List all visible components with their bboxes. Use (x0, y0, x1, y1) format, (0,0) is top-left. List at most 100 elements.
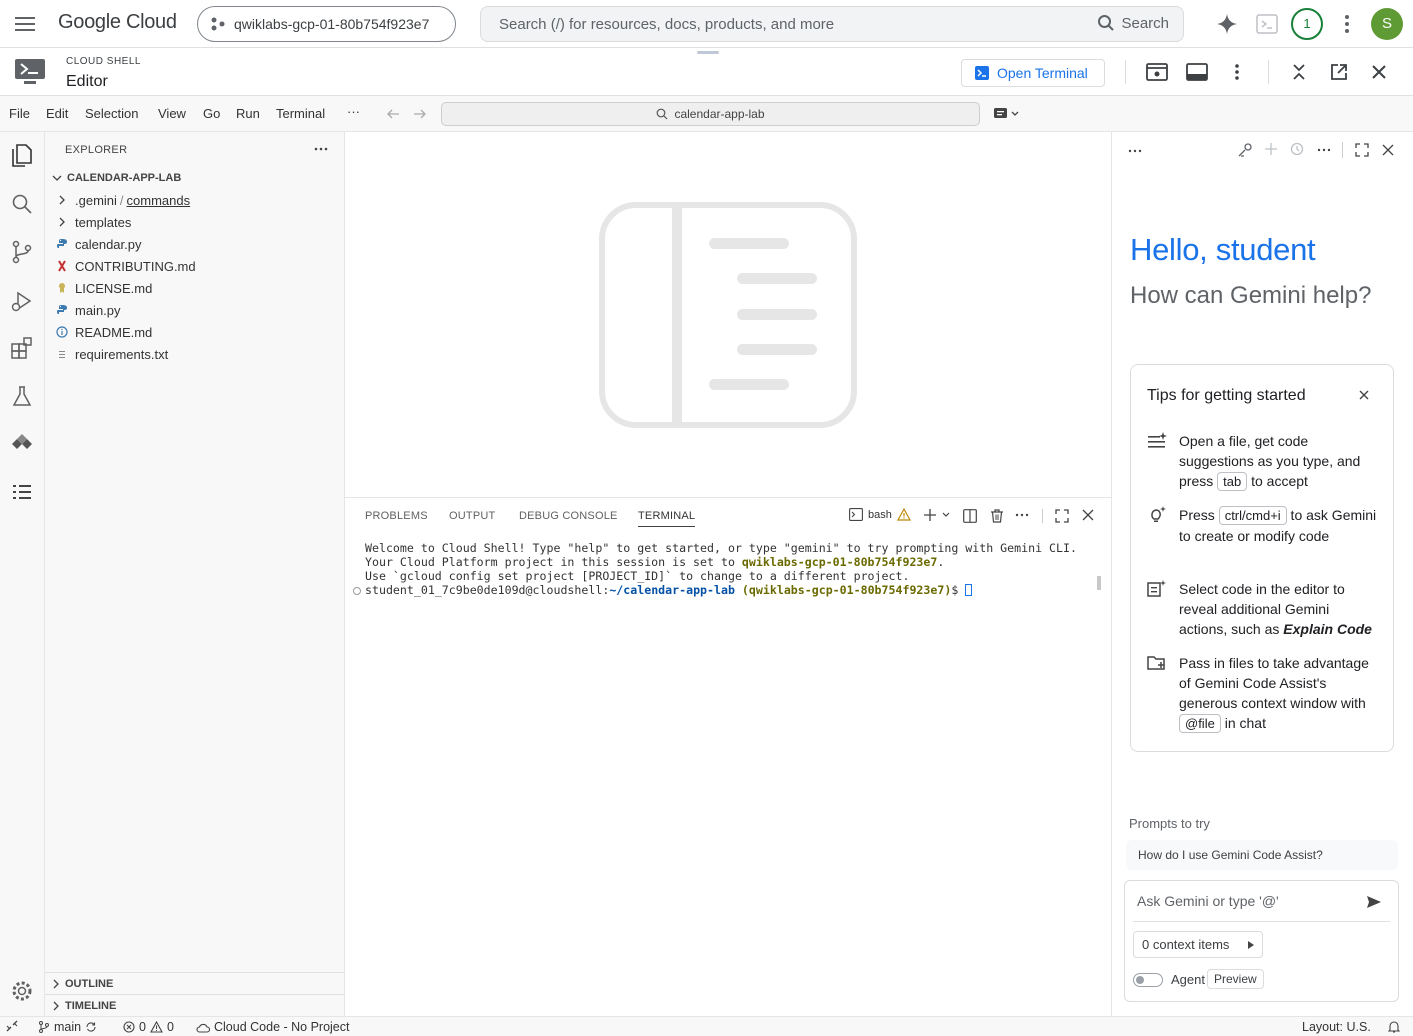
terminal-line: Welcome to Cloud Shell! Type "help" to g… (365, 541, 1077, 555)
tab-problems[interactable]: PROBLEMS (365, 510, 428, 522)
shell-name: bash (868, 508, 892, 521)
gemini-menu-icon[interactable] (1128, 148, 1142, 154)
maximize-panel-icon[interactable] (1055, 509, 1069, 523)
context-items-button[interactable]: 0 context items (1133, 931, 1263, 958)
more-actions-icon[interactable] (313, 144, 329, 154)
maximize-icon[interactable] (1355, 143, 1369, 157)
new-chat-plus-icon[interactable] (1264, 142, 1278, 156)
key-ctrl-i: ctrl/cmd+i (1218, 506, 1287, 525)
command-center[interactable]: calendar-app-lab (441, 102, 980, 126)
google-cloud-logo[interactable]: Google Cloud (58, 11, 177, 34)
tab-output[interactable]: OUTPUT (449, 510, 495, 522)
testing-flask-icon[interactable] (9, 383, 35, 409)
chat-input[interactable]: Ask Gemini or type '@' (1137, 893, 1279, 909)
problems-indicator[interactable]: 0 0 (123, 1020, 174, 1034)
text-file-icon (55, 347, 69, 361)
source-control-icon[interactable] (9, 239, 35, 265)
chat-settings-icon[interactable] (1238, 142, 1254, 158)
tips-title: Tips for getting started (1147, 387, 1306, 404)
layout-icon[interactable] (1186, 63, 1208, 81)
menu-more[interactable]: ··· (347, 104, 360, 119)
split-terminal-icon[interactable] (963, 509, 977, 523)
gemini-sparkle-icon[interactable] (1215, 12, 1239, 36)
close-icon[interactable] (1370, 63, 1388, 81)
tip-4: Pass in files to take advantage of Gemin… (1179, 655, 1369, 733)
file-readme-md[interactable]: README.md (55, 321, 152, 343)
terminal-shell-selector[interactable]: bash (849, 508, 911, 521)
editor-area[interactable] (345, 132, 1111, 497)
notifications-badge[interactable]: 1 (1291, 8, 1323, 40)
folder-commands-label[interactable]: commands (127, 193, 191, 208)
menu-terminal[interactable]: Terminal (276, 106, 325, 121)
key-tab: tab (1217, 472, 1248, 491)
search-icon[interactable] (9, 191, 35, 217)
history-icon[interactable] (1290, 142, 1304, 156)
menu-edit[interactable]: Edit (46, 106, 68, 121)
command-center-label: calendar-app-lab (674, 107, 765, 121)
more-actions-icon[interactable] (1317, 147, 1331, 153)
search-bar[interactable]: Search (/) for resources, docs, products… (480, 6, 1184, 42)
file-requirements-txt[interactable]: requirements.txt (55, 343, 168, 365)
web-preview-icon[interactable] (1146, 63, 1168, 81)
cloud-code-icon[interactable] (9, 431, 35, 457)
menu-file[interactable]: File (9, 106, 30, 121)
project-picker[interactable]: qwiklabs-gcp-01-80b754f923e7 (197, 6, 456, 42)
avatar[interactable]: S (1371, 8, 1403, 40)
git-branch-icon (38, 1021, 50, 1033)
remote-indicator-icon[interactable] (6, 1020, 18, 1032)
bell-icon[interactable] (1388, 1020, 1400, 1033)
cloud-shell-icon[interactable] (1256, 14, 1278, 34)
prompt-project: (qwiklabs-gcp-01-80b754f923e7) (734, 583, 952, 597)
run-debug-icon[interactable] (9, 288, 35, 314)
terminal-output[interactable]: Welcome to Cloud Shell! Type "help" to g… (365, 541, 1077, 597)
resize-handle[interactable] (697, 51, 719, 54)
file-license-md[interactable]: LICENSE.md (55, 277, 152, 299)
file-main-py[interactable]: main.py (55, 299, 121, 321)
prompt-suggestion[interactable]: How do I use Gemini Code Assist? (1126, 840, 1398, 870)
copilot-chat-icon[interactable] (993, 106, 1025, 122)
more-actions-icon[interactable] (1015, 512, 1029, 518)
minimize-icon[interactable] (1290, 63, 1308, 81)
terminal-scrollbar[interactable] (1097, 576, 1101, 590)
extensions-icon[interactable] (9, 335, 35, 361)
divider (1042, 509, 1043, 523)
back-arrow-icon[interactable] (386, 107, 400, 121)
menu-run[interactable]: Run (236, 106, 260, 121)
open-new-window-icon[interactable] (1330, 63, 1348, 81)
gemini-list-icon[interactable] (9, 479, 35, 505)
menu-selection[interactable]: Selection (85, 106, 138, 121)
timeline-section[interactable]: TIMELINE (45, 994, 345, 1016)
tab-terminal[interactable]: TERMINAL (638, 510, 696, 527)
folder-gemini[interactable]: .gemini / commands (55, 189, 190, 211)
more-options-icon[interactable] (1228, 63, 1246, 81)
branch-indicator[interactable]: main (38, 1020, 97, 1034)
workspace-root[interactable]: CALENDAR-APP-LAB (51, 172, 181, 184)
forward-arrow-icon[interactable] (413, 107, 427, 121)
menu-go[interactable]: Go (203, 106, 220, 121)
file-contributing-md[interactable]: CONTRIBUTING.md (55, 255, 196, 277)
close-tips-icon[interactable] (1358, 389, 1370, 401)
folder-templates[interactable]: templates (55, 211, 131, 233)
open-terminal-button[interactable]: Open Terminal (961, 59, 1105, 87)
agent-toggle[interactable] (1133, 973, 1163, 987)
close-panel-icon[interactable] (1082, 509, 1094, 521)
settings-gear-icon[interactable] (9, 978, 35, 1004)
keyboard-layout[interactable]: Layout: U.S. (1302, 1020, 1371, 1034)
trash-icon[interactable] (990, 509, 1004, 523)
main-menu-icon[interactable] (10, 12, 40, 36)
send-icon[interactable] (1366, 895, 1382, 909)
more-vert-icon[interactable] (1338, 14, 1356, 34)
tab-debug-console[interactable]: DEBUG CONSOLE (519, 510, 618, 522)
close-icon[interactable] (1382, 144, 1394, 156)
explorer-files-icon[interactable] (9, 142, 35, 168)
file-label: LICENSE.md (75, 280, 153, 296)
prompts-title: Prompts to try (1129, 816, 1210, 831)
terminal-icon (849, 508, 863, 521)
outline-section[interactable]: OUTLINE (45, 972, 345, 994)
file-calendar-py[interactable]: calendar.py (55, 233, 142, 255)
menu-view[interactable]: View (158, 106, 186, 121)
search-button[interactable]: Search (1097, 14, 1169, 32)
cloud-code-status[interactable]: Cloud Code - No Project (196, 1020, 349, 1034)
new-terminal-plus-icon[interactable] (923, 508, 951, 522)
search-input[interactable]: Search (/) for resources, docs, products… (499, 16, 834, 33)
